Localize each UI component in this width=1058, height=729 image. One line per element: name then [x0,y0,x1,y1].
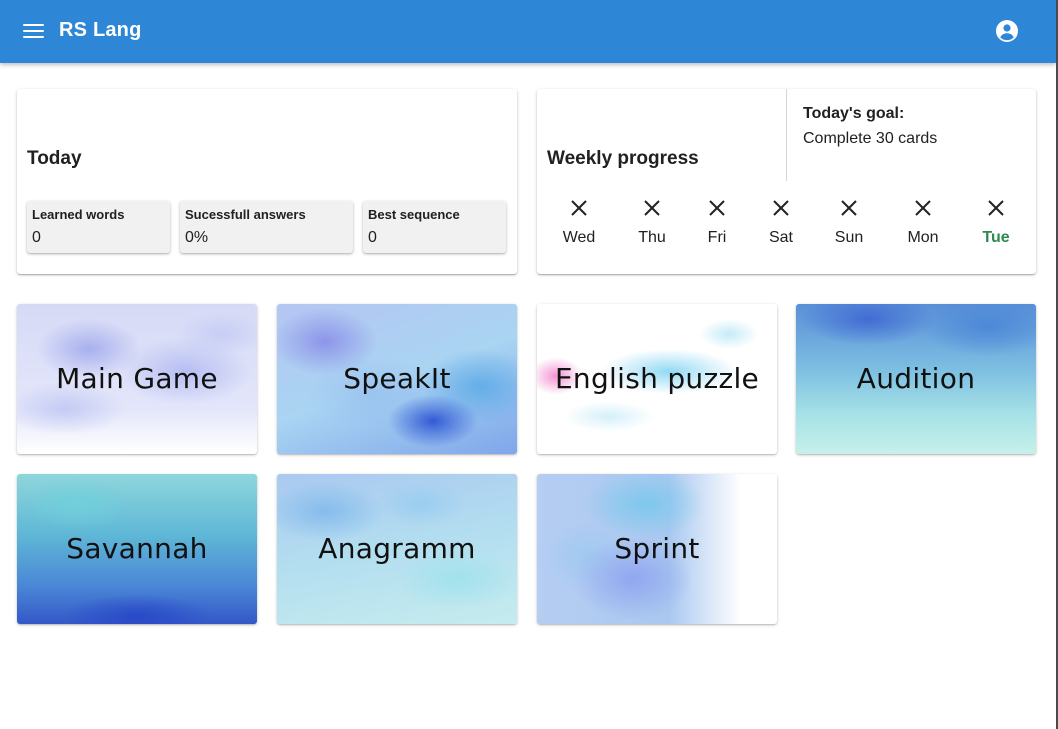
weekly-progress-heading: Weekly progress [547,148,699,169]
close-icon [571,200,587,216]
best-sequence-stat: Best sequence 0 [363,201,506,253]
game-title: Savannah [66,532,208,565]
game-title: Audition [856,362,976,395]
menu-icon[interactable] [23,21,45,41]
stat-label: Learned words [32,207,125,222]
day-mon: Mon [898,199,948,247]
close-icon [988,200,1004,216]
game-card-audition[interactable]: Audition [796,304,1036,454]
goal-text: Complete 30 cards [803,130,938,147]
today-heading: Today [27,148,82,169]
stat-value: 0 [32,229,41,246]
today-card: Today Learned words 0 Sucessfull answers… [17,89,517,274]
day-label: Mon [907,229,939,246]
day-fri: Fri [692,199,742,247]
stat-label: Sucessfull answers [185,207,306,222]
close-icon [915,200,931,216]
app-bar: RS Lang [0,0,1056,63]
game-card-main-game[interactable]: Main Game [17,304,257,454]
close-icon [644,200,660,216]
page: RS Lang Today Learned words 0 Sucessfull… [0,0,1058,729]
day-label: Wed [562,229,596,246]
divider [786,89,787,181]
learned-words-stat: Learned words 0 [27,201,170,253]
close-icon [773,200,789,216]
game-title: Sprint [614,532,700,565]
day-wed: Wed [554,199,604,247]
account-circle-icon[interactable] [995,19,1019,43]
stat-value: 0% [185,229,209,246]
day-thu: Thu [627,199,677,247]
game-title: Anagramm [318,532,476,565]
successful-answers-stat: Sucessfull answers 0% [180,201,353,253]
day-sat: Sat [756,199,806,247]
close-icon [709,200,725,216]
stat-label: Best sequence [368,207,460,222]
close-icon [841,200,857,216]
stat-value: 0 [368,229,377,246]
day-sun: Sun [824,199,874,247]
game-card-speakit[interactable]: SpeakIt [277,304,517,454]
game-card-anagramm[interactable]: Anagramm [277,474,517,624]
day-label: Sun [834,229,864,246]
day-tue: Tue [971,199,1021,247]
weekly-progress-card: Weekly progress Today's goal: Complete 3… [537,89,1036,274]
day-label: Thu [638,229,666,246]
game-title: Main Game [56,362,218,395]
goal-title: Today's goal: [803,105,905,122]
game-title: SpeakIt [343,362,451,395]
app-title: RS Lang [59,19,142,41]
day-label: Fri [707,229,727,246]
day-label: Sat [768,229,793,246]
game-title: English puzzle [554,362,760,395]
game-card-english-puzzle[interactable]: English puzzle [537,304,777,454]
game-card-sprint[interactable]: Sprint [537,474,777,624]
day-label-today: Tue [982,229,1010,246]
game-card-savannah[interactable]: Savannah [17,474,257,624]
